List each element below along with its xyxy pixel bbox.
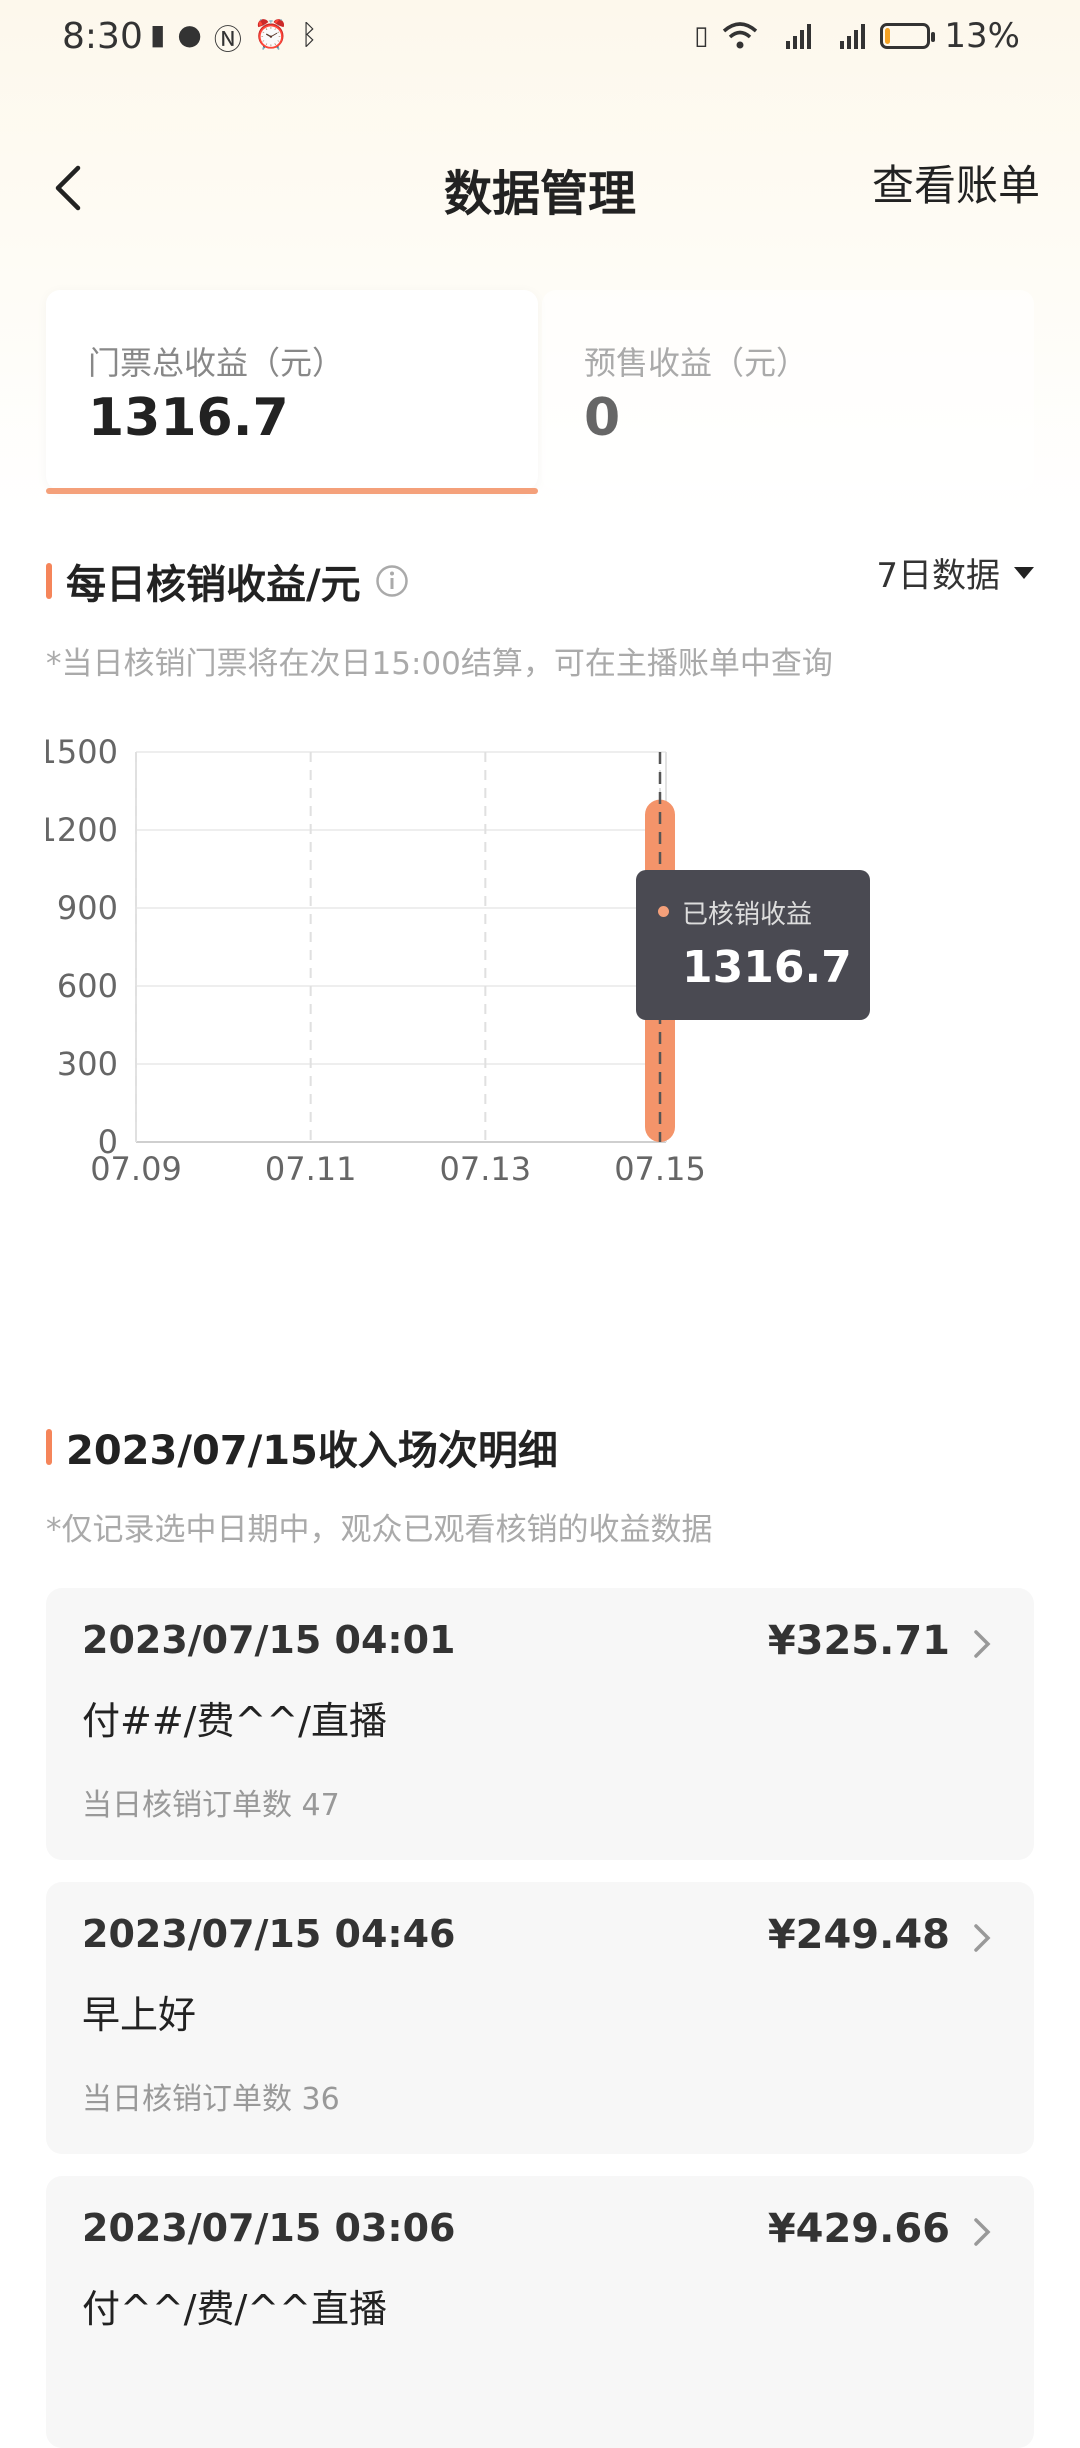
list-item[interactable]: 2023/07/15 04:46 ¥249.48 早上好 当日核销订单数 36 [46,1882,1034,2154]
nfc-icon: Ⓝ [213,23,242,56]
info-icon[interactable] [375,564,409,598]
item-name: 付##/费^^/直播 [82,1699,387,1743]
daily-revenue-title: 每日核销收益/元 [66,562,361,608]
presale-revenue-tab[interactable]: 预售收益（元） 0 [542,290,1034,490]
y-tick-label: 900 [57,889,118,927]
list-item[interactable]: 2023/07/15 03:06 ¥429.66 付^^/费/^^直播 [46,2176,1034,2448]
period-label: 7日数据 [876,556,1000,596]
daily-revenue-heading: 每日核销收益/元 [46,552,409,610]
ticket-revenue-tab[interactable]: 门票总收益（元） 1316.7 [46,290,538,494]
list-item[interactable]: 2023/07/15 04:01 ¥325.71 付##/费^^/直播 当日核销… [46,1588,1034,1860]
item-time: 2023/07/15 04:46 [82,1912,456,1956]
presale-revenue-value: 0 [584,388,621,448]
chevron-right-icon [974,1924,991,1952]
y-tick-label: 300 [57,1045,118,1083]
bluetooth-icon: ᛒ [300,18,318,51]
status-time: 8:30 [62,16,143,57]
y-tick-label: 1500 [46,733,118,771]
chart-svg: 03006009001200150007.09 07.11 07.13 07.15 [37,733,706,1188]
period-dropdown[interactable]: 7日数据 [876,548,1034,597]
tooltip-value: 1316.7 [682,942,852,993]
accent-bar [46,563,52,599]
daily-revenue-chart[interactable]: 0 300 600 900 1200 1500 07.09 07.11 07.13 07.15 [37,700,1034,1320]
alarm-icon: ⏰ [253,18,289,51]
wifi-icon [723,22,758,49]
item-name: 早上好 [82,1993,197,2037]
accent-bar [46,1429,52,1465]
x-tick-label: 07.13 [440,1150,532,1188]
battery-icon [880,23,936,49]
battery-percent: 13% [944,16,1020,56]
caret-down-icon [1014,566,1034,579]
item-orders: 当日核销订单数 36 [82,2082,340,2117]
chevron-right-icon [974,1630,991,1658]
alert-icon: ▮ [150,18,166,51]
battery-level [885,28,891,44]
revenue-summary: 门票总收益（元） 1316.7 预售收益（元） 0 [46,290,1034,494]
message-icon: ● [177,18,202,51]
x-tick-label: 07.09 [90,1150,182,1188]
chart-tooltip: 已核销收益 1316.7 [636,870,870,1020]
status-bar: 8:30 ▮ ● Ⓝ ⏰ ᛒ ▯ 13% [0,0,1080,80]
nav-bar: 数据管理 查看账单 [0,130,1080,230]
detail-heading: 2023/07/15收入场次明细 [46,1418,558,1476]
item-orders: 当日核销订单数 47 [82,1788,340,1823]
presale-revenue-label: 预售收益（元） [584,344,809,382]
ticket-revenue-label: 门票总收益（元） [88,344,345,382]
tooltip-label: 已核销收益 [682,900,813,930]
detail-note: *仅记录选中日期中，观众已观看核销的收益数据 [46,1512,713,1548]
item-amount: ¥429.66 [767,2206,950,2252]
selected-tab-indicator [46,488,538,494]
tooltip-legend-dot [658,906,669,917]
item-time: 2023/07/15 03:06 [82,2206,456,2250]
item-time: 2023/07/15 04:01 [82,1618,456,1662]
ticket-revenue-value: 1316.7 [88,388,289,448]
item-amount: ¥325.71 [767,1618,950,1664]
detail-title: 2023/07/15收入场次明细 [66,1428,558,1474]
vibrate-icon: ▯ [694,21,709,51]
item-amount: ¥249.48 [767,1912,950,1958]
item-name: 付^^/费/^^直播 [82,2287,387,2331]
signal-4g-icon [786,24,812,49]
x-tick-label: 07.11 [265,1150,357,1188]
chevron-right-icon [974,2218,991,2246]
notification-icons: ▮ ● Ⓝ ⏰ ᛒ [150,18,318,58]
signal-4g-icon [840,24,866,49]
y-tick-label: 600 [57,967,118,1005]
system-indicators: ▯ 13% [694,16,1020,56]
y-tick-label: 1200 [46,811,118,849]
view-bill-button[interactable]: 查看账单 [872,152,1040,213]
x-tick-label: 07.15 [614,1150,706,1188]
daily-revenue-note: *当日核销门票将在次日15:00结算，可在主播账单中查询 [46,646,833,682]
